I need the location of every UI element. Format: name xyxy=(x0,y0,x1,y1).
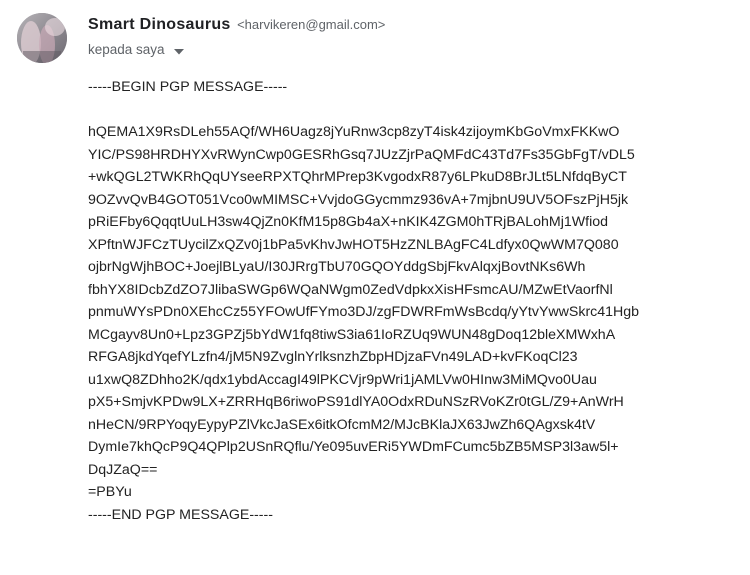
pgp-text-line: XPftnWJFCzTUycilZxQZv0j1bPa5vKhvJwHOT5Hz… xyxy=(88,236,619,253)
pgp-text-line: pX5+SmjvKPDw9LX+ZRRHqB6riwoPS91dlYA0OdxR… xyxy=(88,394,624,410)
pgp-text-line: pnmuWYsPDn0XEhcCz55YFOwUfFYmo3DJ/zgFDWRF… xyxy=(88,304,640,320)
pgp-text-line: MCgayv8Un0+Lpz3GPZj5bYdW1fq8tiwS3ia61IoR… xyxy=(88,326,616,343)
pgp-text-line: =PBYu xyxy=(88,484,132,500)
caret-down-icon[interactable] xyxy=(174,43,185,58)
sender-avatar[interactable] xyxy=(17,13,67,63)
pgp-text-line: +wkQGL2TWKRhQqUYseeRPXTQhrMPrep3KvgodxR8… xyxy=(88,169,627,185)
pgp-text-line: 9OZvvQvB4GOT051Vco0wMIMSC+VvjdoGGycmmz93… xyxy=(88,191,629,208)
pgp-armored-text: hQEMA1X9RsDLeh55AQf/WH6Uagz8jYuRnw3cp8zy… xyxy=(88,121,738,504)
pgp-text-line: nHeCN/9RPYoqyEypyPZlVkcJaSEx6itkOfcmM2/M… xyxy=(88,416,596,433)
recipient-details-toggle[interactable]: kepada saya xyxy=(88,42,185,58)
pgp-text-line: ojbrNgWjhBOC+JoejlBLyaU/I30JRrgTbU70GQOY… xyxy=(88,259,586,275)
pgp-text-line: fbhYX8IDcbZdZO7JlibaSWGp6WQaNWgm0ZedVdpk… xyxy=(88,281,613,298)
recipient-label: kepada saya xyxy=(88,42,165,57)
pgp-text-line: YIC/PS98HRDHYXvRWynCwp0GESRhGsq7JUzZjrPa… xyxy=(88,146,635,163)
pgp-text-line: DymIe7khQcP9Q4QPlp2USnRQflu/Ye095uvERi5Y… xyxy=(88,439,619,455)
pgp-text-line: DqJZaQ== xyxy=(88,461,158,478)
pgp-text-line: u1xwQ8ZDhho2K/qdx1ybdAccagI49lPKCVjr9pWr… xyxy=(88,371,597,388)
sender-email: <harvikeren@gmail.com> xyxy=(237,17,386,32)
pgp-text-line: pRiEFby6QqqtUuLH3sw4QjZn0KfM15p8Gb4aX+nK… xyxy=(88,214,609,230)
pgp-text-line: RFGA8jkdYqefYLzfn4/jM5N9ZvglnYrlksnzhZbp… xyxy=(88,349,578,365)
sender-name[interactable]: Smart Dinosaurus xyxy=(88,16,231,33)
pgp-begin-marker: -----BEGIN PGP MESSAGE----- xyxy=(88,79,288,95)
message-header: Smart Dinosaurus <harvikeren@gmail.com> … xyxy=(0,0,750,70)
pgp-text-line: hQEMA1X9RsDLeh55AQf/WH6Uagz8jYuRnw3cp8zy… xyxy=(88,124,620,140)
sender-line: Smart Dinosaurus <harvikeren@gmail.com> xyxy=(88,16,385,34)
pgp-end-marker: -----END PGP MESSAGE----- xyxy=(88,506,273,523)
user-photo-icon xyxy=(17,13,67,63)
message-body: -----BEGIN PGP MESSAGE----- hQEMA1X9RsDL… xyxy=(88,76,738,526)
